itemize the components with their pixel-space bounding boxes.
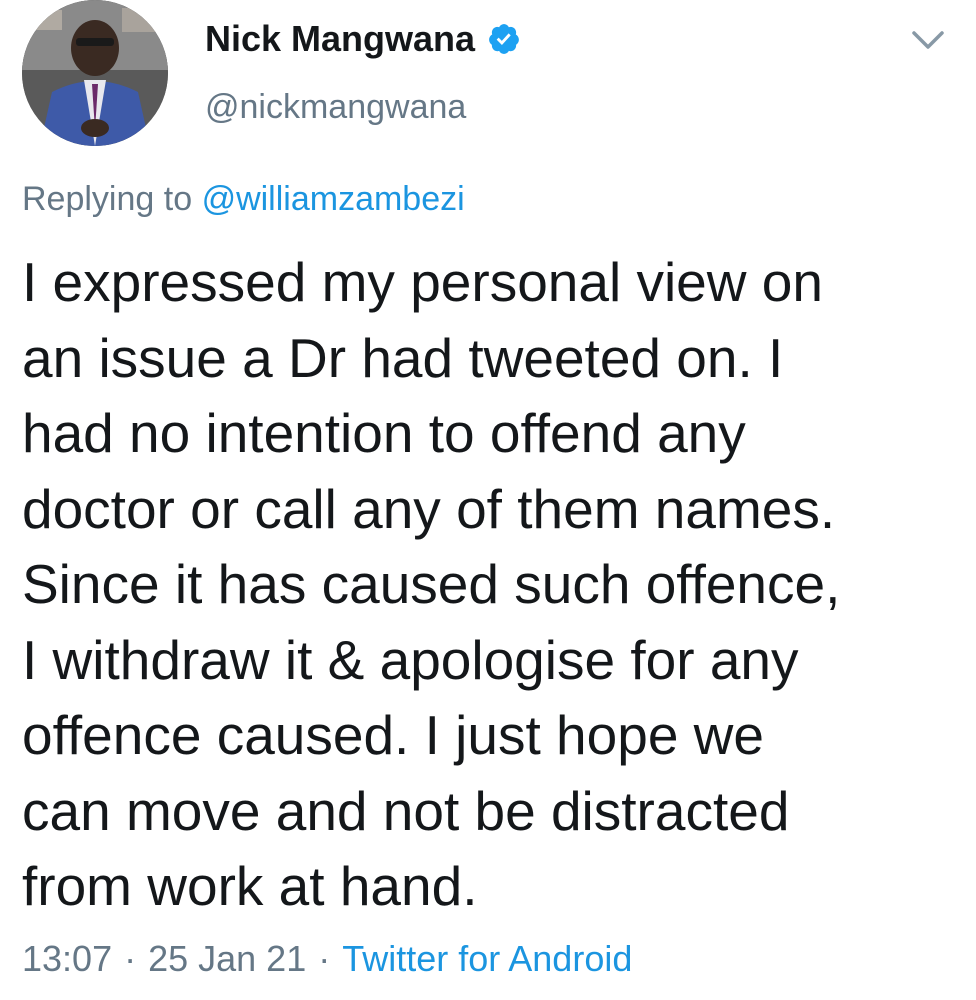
meta-separator: · [124, 938, 137, 979]
avatar[interactable] [22, 0, 168, 146]
reply-mention-link[interactable]: @williamzambezi [202, 180, 465, 218]
meta-separator: · [318, 938, 331, 979]
replying-to: Replying to @williamzambezi [22, 180, 465, 219]
author-name-row[interactable]: Nick Mangwana [205, 18, 521, 60]
tweet-date[interactable]: 25 Jan 21 [148, 938, 306, 980]
verified-badge-icon [487, 22, 521, 56]
chevron-down-icon[interactable] [908, 26, 948, 54]
display-name[interactable]: Nick Mangwana [205, 18, 475, 60]
profile-photo [22, 0, 168, 146]
tweet-text: I expressed my personal view on an issue… [22, 251, 841, 917]
author-handle[interactable]: @nickmangwana [205, 88, 466, 127]
tweet-time[interactable]: 13:07 [22, 938, 112, 980]
tweet-meta: 13:07 · 25 Jan 21 · Twitter for Android [22, 938, 632, 980]
tweet-source-link[interactable]: Twitter for Android [342, 938, 632, 980]
replying-to-prefix: Replying to [22, 180, 193, 218]
